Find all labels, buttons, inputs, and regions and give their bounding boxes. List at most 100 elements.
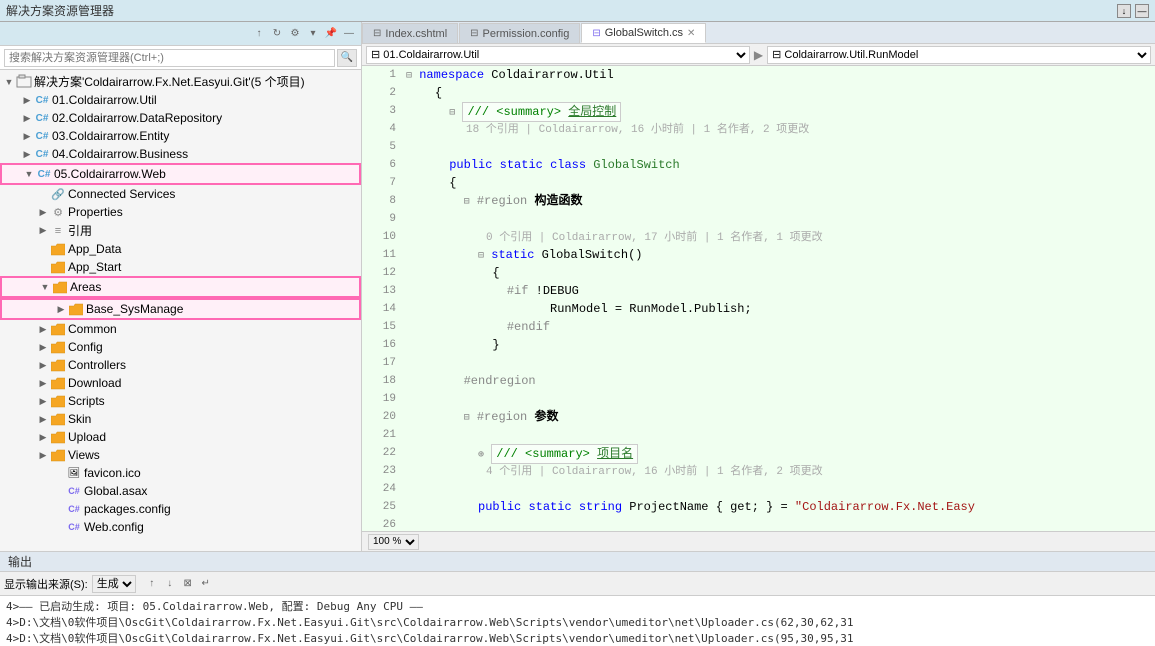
properties-expander[interactable]: ▶ — [36, 205, 50, 219]
proj3-expander[interactable]: ▶ — [20, 129, 34, 143]
packages-icon: C# — [66, 501, 82, 517]
code-text[interactable]: ⊟ namespace Coldairarrow.Util { ⊟ /// <s… — [402, 66, 1155, 531]
proj3-label: 03.Coldairarrow.Entity — [52, 129, 169, 143]
zoom-bar: 100 % — [362, 531, 1155, 551]
proj1-expander[interactable]: ▶ — [20, 93, 34, 107]
proj4-expander[interactable]: ▶ — [20, 147, 34, 161]
code-line-1: ⊟ namespace Coldairarrow.Util — [406, 66, 1155, 84]
search-button[interactable]: 🔍 — [337, 49, 357, 67]
areas-expander[interactable]: ▼ — [38, 280, 52, 294]
ln-16: 16 — [362, 336, 396, 354]
se-toolbar: ↑ ↻ ⚙ ▾ 📌 — — [0, 22, 361, 46]
proj2-expander[interactable]: ▶ — [20, 111, 34, 125]
tree-packages[interactable]: ▶ C# packages.config — [0, 500, 361, 518]
code-editor[interactable]: 1 2 3 4 5 6 7 8 9 10 11 12 13 14 15 16 1… — [362, 66, 1155, 531]
tree-common[interactable]: ▶ Common — [0, 320, 361, 338]
output-clear-icon[interactable]: ⊠ — [180, 576, 196, 592]
code-line-8: ⊟ #region 构造函数 — [406, 192, 1155, 210]
output-source-select[interactable]: 生成 — [92, 575, 136, 593]
output-line-2: 4>D:\文档\0软件项目\OscGit\Coldairarrow.Fx.Net… — [6, 614, 1149, 630]
tab1-label: Index.cshtml — [385, 28, 447, 40]
solution-expander[interactable]: ▼ — [2, 75, 16, 89]
se-refresh-icon[interactable]: ↻ — [269, 26, 285, 42]
webconfig-label: Web.config — [84, 520, 144, 534]
tree-config[interactable]: ▶ Config — [0, 338, 361, 356]
code-line-12b: #if !DEBUG — [406, 282, 1155, 300]
tree-views[interactable]: ▶ Views — [0, 446, 361, 464]
solution-root-item[interactable]: ▼ 解决方案'Coldairarrow.Fx.Net.Easyui.Git'(5… — [0, 72, 361, 91]
download-expander[interactable]: ▶ — [36, 376, 50, 390]
tree-controllers[interactable]: ▶ Controllers — [0, 356, 361, 374]
ln-25: 25 — [362, 498, 396, 516]
controllers-expander[interactable]: ▶ — [36, 358, 50, 372]
tree-proj1[interactable]: ▶ C# 01.Coldairarrow.Util — [0, 91, 361, 109]
solution-label: 解决方案'Coldairarrow.Fx.Net.Easyui.Git'(5 个… — [34, 73, 305, 90]
tree-proj5[interactable]: ▼ C# 05.Coldairarrow.Web — [0, 163, 361, 185]
se-settings-icon[interactable]: ⚙ — [287, 26, 303, 42]
globalasax-label: Global.asax — [84, 484, 147, 498]
editor-panel: ⊟ Index.cshtml ⊟ Permission.config ⊟ Glo… — [362, 22, 1155, 551]
search-input[interactable] — [4, 49, 335, 67]
tab-index-cshtml[interactable]: ⊟ Index.cshtml — [362, 23, 458, 43]
tree-refs[interactable]: ▶ ≡ 引用 — [0, 221, 361, 240]
location-right-select[interactable]: ⊟ Coldairarrow.Util.RunModel — [767, 46, 1151, 64]
tree-proj3[interactable]: ▶ C# 03.Coldairarrow.Entity — [0, 127, 361, 145]
proj5-expander[interactable]: ▼ — [22, 167, 36, 181]
tree-connected[interactable]: ▶ 🔗 Connected Services — [0, 185, 361, 203]
main-layout: ↑ ↻ ⚙ ▾ 📌 — 🔍 ▼ 解决方案'Coldairarrow.Fx.Net… — [0, 22, 1155, 551]
tree-webconfig[interactable]: ▶ C# Web.config — [0, 518, 361, 536]
tree-upload[interactable]: ▶ Upload — [0, 428, 361, 446]
tree-appstart[interactable]: ▶ App_Start — [0, 258, 361, 276]
ln-18: 18 — [362, 372, 396, 390]
controllers-label: Controllers — [68, 358, 126, 372]
output-wrap-icon[interactable]: ↵ — [198, 576, 214, 592]
tree-skin[interactable]: ▶ Skin — [0, 410, 361, 428]
se-pin-icon[interactable]: 📌 — [323, 26, 339, 42]
ln-1: 1 — [362, 66, 396, 84]
location-left-select[interactable]: ⊟ 01.Coldairarrow.Util — [366, 46, 750, 64]
config-label: Config — [68, 340, 103, 354]
views-expander[interactable]: ▶ — [36, 448, 50, 462]
code-line-6: public static class GlobalSwitch — [406, 156, 1155, 174]
tree-proj4[interactable]: ▶ C# 04.Coldairarrow.Business — [0, 145, 361, 163]
config-expander[interactable]: ▶ — [36, 340, 50, 354]
common-expander[interactable]: ▶ — [36, 322, 50, 336]
upload-expander[interactable]: ▶ — [36, 430, 50, 444]
ln-5: 5 — [362, 138, 396, 156]
ln-11: 11 — [362, 246, 396, 264]
tree-proj2[interactable]: ▶ C# 02.Coldairarrow.DataRepository — [0, 109, 361, 127]
solution-explorer: ↑ ↻ ⚙ ▾ 📌 — 🔍 ▼ 解决方案'Coldairarrow.Fx.Net… — [0, 22, 362, 551]
code-line-7: { — [406, 174, 1155, 192]
se-collapse-icon[interactable]: ↑ — [251, 26, 267, 42]
output-up-icon[interactable]: ↑ — [144, 576, 160, 592]
refs-expander[interactable]: ▶ — [36, 224, 50, 238]
se-menu-icon[interactable]: ▾ — [305, 26, 321, 42]
code-line-20 — [406, 426, 1155, 444]
tree-download[interactable]: ▶ Download — [0, 374, 361, 392]
tree-appdata[interactable]: ▶ App_Data — [0, 240, 361, 258]
tree-basesys[interactable]: ▶ Base_SysManage — [0, 298, 361, 320]
output-down-icon[interactable]: ↓ — [162, 576, 178, 592]
zoom-select[interactable]: 100 % — [368, 534, 419, 550]
title-bar-buttons[interactable]: ↓ — — [1117, 4, 1149, 18]
code-line-25 — [406, 516, 1155, 531]
tree-properties[interactable]: ▶ ⚙ Properties — [0, 203, 361, 221]
tree-favicon[interactable]: ▶ 🖼 favicon.ico — [0, 464, 361, 482]
minimize-button[interactable]: — — [1135, 4, 1149, 18]
tab-globalswitch-cs[interactable]: ⊟ GlobalSwitch.cs ✕ — [581, 23, 706, 43]
tree-areas[interactable]: ▼ Areas — [0, 276, 361, 298]
tab-permission-config[interactable]: ⊟ Permission.config — [459, 23, 580, 43]
proj5-label: 05.Coldairarrow.Web — [54, 167, 166, 181]
skin-expander[interactable]: ▶ — [36, 412, 50, 426]
tree-scripts[interactable]: ▶ Scripts — [0, 392, 361, 410]
se-close-icon[interactable]: — — [341, 26, 357, 42]
code-line-24: public static string ProjectName { get; … — [406, 498, 1155, 516]
pin-button[interactable]: ↓ — [1117, 4, 1131, 18]
basesys-expander[interactable]: ▶ — [54, 302, 68, 316]
ln-6: 6 — [362, 156, 396, 174]
tree-globalasax[interactable]: ▶ C# Global.asax — [0, 482, 361, 500]
scripts-expander[interactable]: ▶ — [36, 394, 50, 408]
output-panel: 输出 显示输出来源(S): 生成 ↑ ↓ ⊠ ↵ 4>—— 已启动生成: 项目:… — [0, 551, 1155, 646]
tab3-close-button[interactable]: ✕ — [687, 28, 695, 39]
tab2-icon: ⊟ — [470, 28, 478, 39]
